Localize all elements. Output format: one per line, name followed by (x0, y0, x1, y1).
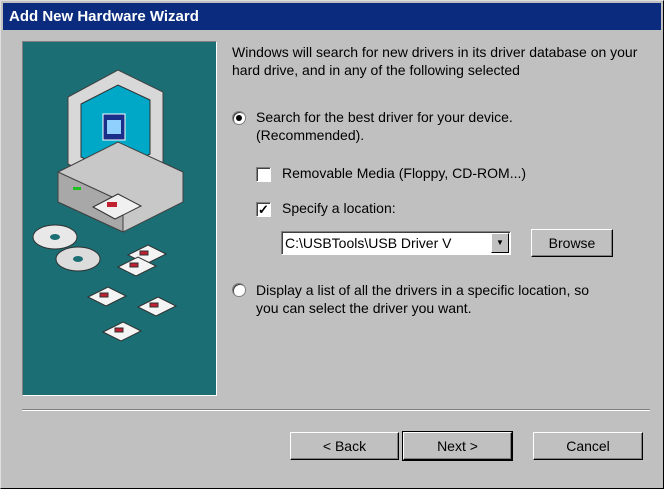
removable-media-checkbox[interactable] (256, 167, 271, 182)
wizard-window: Add New Hardware Wizard Windows will sea… (0, 0, 664, 489)
specify-location-label[interactable]: Specify a location: (282, 199, 396, 217)
location-input[interactable]: C:\USBTools\USB Driver V (285, 234, 485, 252)
divider (22, 409, 650, 411)
intro-text: Windows will search for new drivers in i… (232, 44, 638, 78)
search-best-label-line1[interactable]: Search for the best driver for your devi… (256, 108, 513, 126)
specify-location-checkbox[interactable]: ✓ (256, 202, 271, 217)
search-best-label-line2: (Recommended). (256, 127, 365, 143)
wizard-illustration (22, 41, 217, 396)
next-button[interactable]: Next > (402, 431, 513, 461)
display-list-radio[interactable] (232, 283, 246, 297)
display-list-label-line2: you can select the driver you want. (256, 300, 472, 316)
cancel-button[interactable]: Cancel (533, 432, 643, 460)
browse-button[interactable]: Browse (531, 229, 613, 257)
computer-and-disks-icon (32, 69, 184, 342)
title-bar[interactable]: Add New Hardware Wizard (3, 3, 661, 30)
display-list-label-line1[interactable]: Display a list of all the drivers in a s… (256, 281, 589, 299)
back-button[interactable]: < Back (290, 432, 399, 460)
search-best-radio[interactable] (232, 111, 246, 125)
location-combobox[interactable]: C:\USBTools\USB Driver V ▼ (281, 231, 511, 255)
removable-media-label[interactable]: Removable Media (Floppy, CD-ROM...) (282, 164, 526, 182)
window-title: Add New Hardware Wizard (9, 8, 199, 25)
chevron-down-icon[interactable]: ▼ (491, 233, 509, 253)
